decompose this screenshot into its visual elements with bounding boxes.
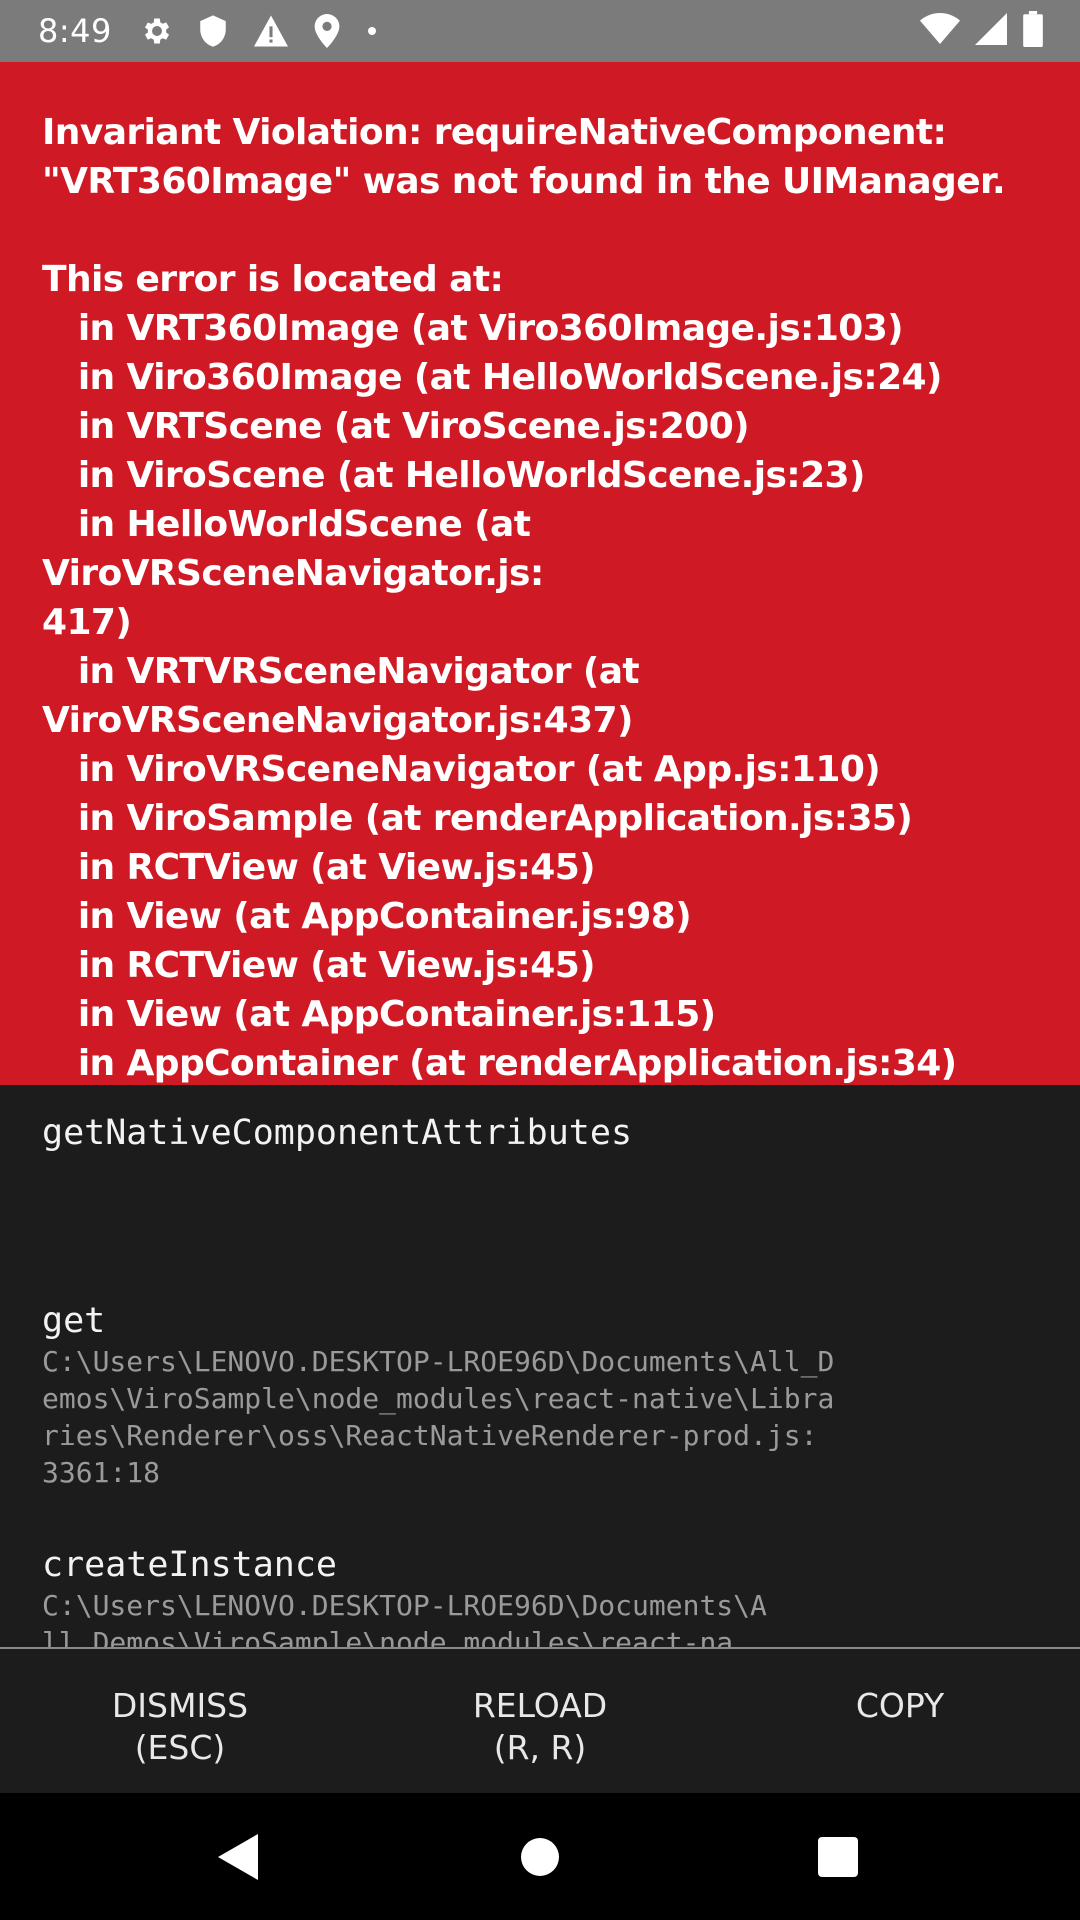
dot-icon — [364, 27, 376, 35]
back-icon[interactable] — [178, 1793, 298, 1920]
stack-frame-location: C:\Users\LENOVO.DESKTOP-LROE96D\Document… — [42, 1345, 835, 1489]
component-stack: in VRT360Image (at Viro360Image.js:103) … — [42, 304, 1040, 1088]
copy-button[interactable]: COPY — [720, 1649, 1080, 1793]
stack-frame-method: createInstance — [42, 1545, 338, 1585]
navigation-bar — [0, 1793, 1080, 1920]
stack-frame[interactable]: createInstance C:\Users\LENOVO.DESKTOP-L… — [42, 1543, 1040, 1647]
error-header: Invariant Violation: requireNativeCompon… — [0, 62, 1080, 1085]
warning-icon — [252, 14, 290, 48]
stack-frame[interactable]: get C:\Users\LENOVO.DESKTOP-LROE96D\Docu… — [42, 1299, 1040, 1491]
component-stack-line: in VRTScene (at ViroScene.js:200) — [42, 406, 750, 447]
gear-icon — [140, 14, 174, 48]
stack-frame-location: C:\Users\LENOVO.DESKTOP-LROE96D\Document… — [42, 1589, 767, 1647]
wifi-icon — [920, 12, 960, 50]
signal-icon — [974, 12, 1008, 50]
error-location-header: This error is located at: — [42, 259, 504, 300]
status-time: 8:49 — [38, 12, 112, 50]
component-stack-line: in VRTVRSceneNavigator (at ViroVRSceneNa… — [42, 651, 640, 741]
component-stack-line: in View (at AppContainer.js:98) — [42, 896, 692, 937]
stack-frame[interactable]: getNativeComponentAttributes — [42, 1111, 1040, 1247]
reload-button-label: RELOAD (R, R) — [472, 1686, 608, 1767]
stack-frame-method: get — [42, 1301, 106, 1341]
component-stack-line: in RCTView (at View.js:45) — [42, 847, 596, 888]
error-actions-bar: DISMISS (ESC) RELOAD (R, R) COPY — [0, 1647, 1080, 1793]
dismiss-button[interactable]: DISMISS (ESC) — [0, 1649, 360, 1793]
home-icon[interactable] — [480, 1793, 600, 1920]
status-bar: 8:49 — [0, 0, 1080, 62]
recents-icon[interactable] — [778, 1793, 898, 1920]
component-stack-line: in VRT360Image (at Viro360Image.js:103) — [42, 308, 904, 349]
location-pin-icon — [314, 14, 340, 48]
error-message: Invariant Violation: requireNativeCompon… — [42, 112, 1006, 202]
shield-icon — [198, 14, 228, 48]
copy-button-label: COPY — [855, 1686, 945, 1725]
component-stack-line: in ViroScene (at HelloWorldScene.js:23) — [42, 455, 866, 496]
component-stack-line: in View (at AppContainer.js:115) — [42, 994, 716, 1035]
component-stack-line: in RCTView (at View.js:45) — [42, 945, 596, 986]
stack-trace-list[interactable]: getNativeComponentAttributes get C:\User… — [0, 1085, 1080, 1647]
battery-icon — [1022, 10, 1044, 52]
stack-frame-method: getNativeComponentAttributes — [42, 1113, 633, 1153]
component-stack-line: in ViroVRSceneNavigator (at App.js:110) — [42, 749, 881, 790]
dismiss-button-label: DISMISS (ESC) — [111, 1686, 249, 1767]
component-stack-line: in ViroSample (at renderApplication.js:3… — [42, 798, 913, 839]
reload-button[interactable]: RELOAD (R, R) — [360, 1649, 720, 1793]
component-stack-line: in Viro360Image (at HelloWorldScene.js:2… — [42, 357, 943, 398]
component-stack-line: in HelloWorldScene (at ViroVRSceneNaviga… — [42, 504, 544, 643]
component-stack-line: in AppContainer (at renderApplication.js… — [42, 1043, 957, 1084]
